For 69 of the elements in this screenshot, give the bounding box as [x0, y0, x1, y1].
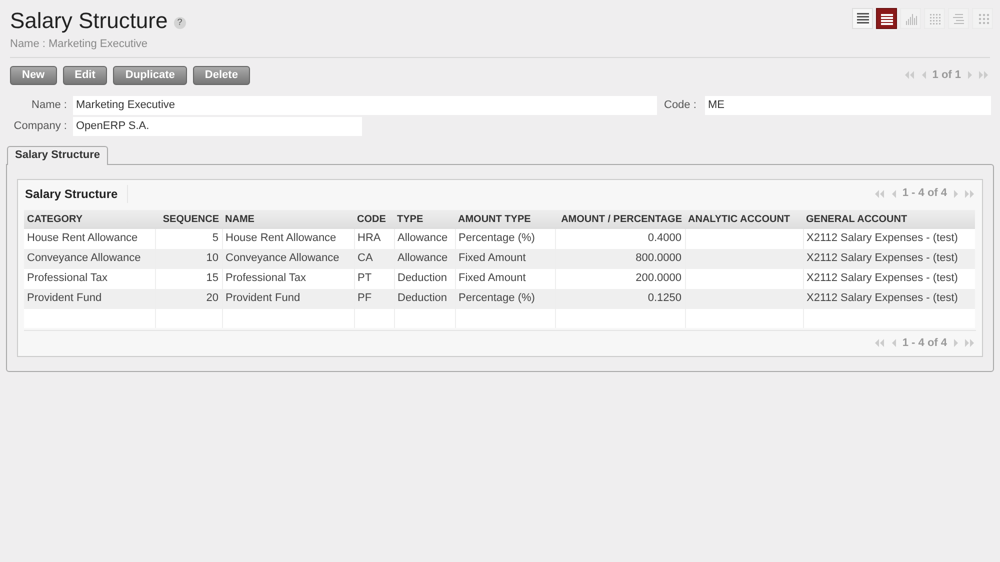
next-page-icon[interactable] [952, 337, 959, 349]
table-cell: Percentage (%) [455, 228, 555, 248]
previous-page-icon[interactable] [890, 188, 898, 200]
column-header[interactable]: NAME [222, 210, 354, 228]
next-page-icon[interactable] [952, 188, 959, 200]
grid-title: Salary Structure [24, 184, 128, 202]
pager-label: 1 of 1 [932, 68, 961, 83]
table-cell: House Rent Allowance [24, 228, 155, 248]
table-cell: X2112 Salary Expenses - (test) [803, 268, 975, 288]
text-field[interactable]: OpenERP S.A. [73, 116, 362, 136]
field-label: Company : [12, 118, 67, 134]
table-cell: House Rent Allowance [222, 228, 354, 248]
table-cell: X2112 Salary Expenses - (test) [803, 248, 975, 268]
table-cell: PT [354, 268, 394, 288]
table-cell: HRA [354, 228, 394, 248]
table-cell: CA [354, 248, 394, 268]
table-cell: Deduction [394, 268, 455, 288]
column-header[interactable]: CODE [354, 210, 394, 228]
table-cell: PF [354, 288, 394, 308]
table-cell: Fixed Amount [455, 248, 555, 268]
pager-label: 1 - 4 of 4 [902, 336, 947, 351]
table-cell: Provident Fund [222, 288, 354, 308]
first-page-icon[interactable] [873, 337, 886, 349]
table-cell: X2112 Salary Expenses - (test) [803, 288, 975, 308]
last-page-icon[interactable] [964, 337, 976, 349]
column-header[interactable]: AMOUNT / PERCENTAGE [555, 210, 685, 228]
view-switch-button[interactable] [876, 8, 897, 29]
table-cell: Deduction [394, 288, 455, 308]
table-cell: Fixed Amount [455, 268, 555, 288]
table-cell: 0.1250 [555, 288, 685, 308]
previous-page-icon[interactable] [920, 69, 928, 81]
first-page-icon[interactable] [903, 69, 916, 81]
table-cell: 800.0000 [555, 248, 685, 268]
last-page-icon[interactable] [978, 69, 990, 81]
table-cell: 0.4000 [555, 228, 685, 248]
table-cell: Professional Tax [24, 268, 155, 288]
table-cell: Conveyance Allowance [222, 248, 354, 268]
table-cell: 15 [155, 268, 222, 288]
column-header[interactable]: ANALYTIC ACCOUNT [685, 210, 803, 228]
list-view-icon [854, 10, 870, 26]
text-field[interactable]: Marketing Executive [73, 96, 657, 114]
table-cell: 5 [155, 228, 222, 248]
text-field[interactable]: ME [705, 96, 991, 114]
column-header[interactable]: SEQUENCE [155, 210, 222, 228]
table-cell: 20 [155, 288, 222, 308]
table-cell: Allowance [394, 248, 455, 268]
table-cell: 10 [155, 248, 222, 268]
table-cell: Allowance [394, 228, 455, 248]
column-header[interactable]: TYPE [394, 210, 455, 228]
record-subtitle: Name : Marketing Executive [10, 37, 149, 52]
next-page-icon[interactable] [966, 69, 973, 81]
table-cell: Percentage (%) [455, 288, 555, 308]
table-cell: X2112 Salary Expenses - (test) [803, 228, 975, 248]
first-page-icon[interactable] [873, 188, 886, 200]
table-cell: Provident Fund [24, 288, 155, 308]
page-title: Salary Structure [10, 7, 168, 35]
table-cell: Conveyance Allowance [24, 248, 155, 268]
column-header[interactable]: CATEGORY [24, 210, 155, 228]
pager-label: 1 - 4 of 4 [902, 186, 947, 202]
field-label: Code : [664, 98, 698, 113]
table-cell: 200.0000 [555, 268, 685, 288]
table-cell: Professional Tax [222, 268, 354, 288]
column-header[interactable]: GENERAL ACCOUNT [803, 210, 975, 228]
previous-page-icon[interactable] [890, 337, 898, 349]
column-header[interactable]: AMOUNT TYPE [455, 210, 555, 228]
tab[interactable]: Salary Structure [7, 146, 108, 164]
help-icon[interactable]: ? [174, 17, 186, 29]
last-page-icon[interactable] [964, 188, 976, 200]
field-label: Name : [30, 98, 67, 113]
